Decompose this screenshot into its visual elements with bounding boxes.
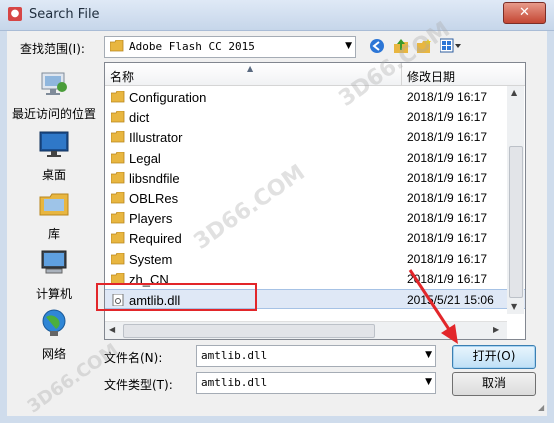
folder-row[interactable]: Illustrator 2018/1/9 16:17 <box>105 127 525 147</box>
file-name: OBLRes <box>129 191 179 206</box>
place-recent[interactable]: 最近访问的位置 <box>10 67 98 122</box>
window-title: Search File <box>29 7 100 22</box>
file-date: 2018/1/9 16:17 <box>407 251 488 266</box>
file-date: 2018/1/9 16:17 <box>407 170 488 185</box>
scroll-thumb[interactable] <box>509 146 523 298</box>
folder-row[interactable]: OBLRes 2018/1/9 16:17 <box>105 188 525 208</box>
look-in-dropdown[interactable]: Adobe Flash CC 2015 ▼ <box>104 36 356 58</box>
place-label: 库 <box>47 227 60 241</box>
red-highlight-box <box>96 283 257 311</box>
place-label: 桌面 <box>41 168 66 182</box>
file-date: 2018/1/9 16:17 <box>407 150 488 165</box>
scroll-left-icon[interactable]: ◀ <box>109 325 115 334</box>
scroll-up-icon[interactable]: ▲ <box>511 88 517 97</box>
title-bar[interactable]: ● Search File ✕ <box>0 0 554 31</box>
places-bar: 最近访问的位置 桌面 库 计算机 网络 <box>10 61 98 371</box>
chevron-down-icon[interactable]: ▼ <box>425 350 432 360</box>
file-date: 2018/1/9 16:17 <box>407 130 488 145</box>
recent-places-icon <box>41 72 67 95</box>
chevron-down-icon[interactable]: ▼ <box>425 377 432 387</box>
sort-ascending-icon: ▲ <box>247 64 254 73</box>
folder-row[interactable]: Legal 2018/1/9 16:17 <box>105 148 525 168</box>
folder-row[interactable]: Players 2018/1/9 16:17 <box>105 208 525 228</box>
place-desktop[interactable]: 桌面 <box>10 128 98 183</box>
folder-icon <box>111 232 125 244</box>
column-header-date[interactable]: 修改日期 <box>407 68 455 85</box>
folder-icon <box>111 252 125 264</box>
file-name: dict <box>129 110 150 126</box>
file-name: libsndfile <box>129 170 180 186</box>
column-header-name[interactable]: 名称 <box>110 68 134 85</box>
scroll-right-icon[interactable]: ▶ <box>493 325 499 334</box>
file-type-label: 文件类型(T): <box>104 378 173 392</box>
file-date: 2018/1/9 16:17 <box>407 90 488 104</box>
file-type-value: amtlib.dll <box>201 376 268 389</box>
folder-icon <box>111 192 125 204</box>
list-header: 名称 ▲ 修改日期 <box>105 63 525 86</box>
vertical-scrollbar[interactable]: ▲ ▼ <box>507 86 524 314</box>
folder-row[interactable]: Required 2018/1/9 16:17 <box>105 228 525 248</box>
place-libraries[interactable]: 库 <box>10 187 98 242</box>
file-date: 2018/1/9 16:17 <box>407 231 488 246</box>
folder-icon <box>111 212 125 224</box>
place-label: 最近访问的位置 <box>11 107 96 121</box>
folder-row[interactable]: libsndfile 2018/1/9 16:17 <box>105 168 525 188</box>
file-name-value: amtlib.dll <box>201 349 268 362</box>
file-name-input[interactable]: amtlib.dll ▼ <box>196 345 436 367</box>
app-icon: ● <box>8 7 22 21</box>
network-icon <box>42 309 66 336</box>
folder-row[interactable]: System 2018/1/9 16:17 <box>105 249 525 269</box>
folder-icon <box>111 131 125 143</box>
look-in-label: 查找范围(I): <box>20 42 85 56</box>
open-button[interactable]: 打开(O) <box>452 345 536 369</box>
file-date: 2015/5/21 15:06 <box>407 293 494 307</box>
file-date: 2018/1/9 16:17 <box>407 211 488 226</box>
folder-icon <box>111 91 125 103</box>
folder-row[interactable]: Configuration 2018/1/9 16:17 <box>105 87 525 107</box>
scroll-thumb[interactable] <box>123 324 375 338</box>
libraries-icon <box>39 193 69 216</box>
desktop-icon <box>39 131 69 157</box>
search-file-dialog: ● Search File ✕ 查找范围(I): Adobe Flash CC … <box>0 0 554 423</box>
resize-grip-icon[interactable]: ◢ <box>538 403 544 412</box>
file-date: 2018/1/9 16:17 <box>407 191 488 205</box>
look-in-value: Adobe Flash CC 2015 <box>129 40 255 53</box>
horizontal-scrollbar[interactable]: ◀ ▶ <box>105 321 507 339</box>
back-arrow-icon[interactable] <box>369 38 385 54</box>
file-name: Players <box>129 211 173 227</box>
computer-icon <box>41 250 67 274</box>
folder-icon <box>111 151 125 163</box>
folder-icon <box>111 171 125 184</box>
cancel-button[interactable]: 取消 <box>452 372 536 396</box>
file-date: 2018/1/9 16:17 <box>407 271 488 286</box>
file-name: System <box>129 251 173 267</box>
folder-row[interactable]: dict 2018/1/9 16:17 <box>105 107 525 127</box>
place-network[interactable]: 网络 <box>10 307 98 362</box>
file-name: Required <box>129 231 182 247</box>
folder-icon <box>111 111 125 123</box>
place-label: 计算机 <box>35 287 72 301</box>
file-name: Configuration <box>129 90 207 105</box>
chevron-down-icon: ▼ <box>345 41 352 51</box>
folder-icon <box>110 40 124 52</box>
file-date: 2018/1/9 16:17 <box>407 110 488 125</box>
file-type-dropdown[interactable]: amtlib.dll ▼ <box>196 372 436 394</box>
file-name: Illustrator <box>129 130 183 146</box>
close-button[interactable]: ✕ <box>503 2 546 24</box>
scroll-down-icon[interactable]: ▼ <box>511 302 517 311</box>
file-name: Legal <box>129 150 161 166</box>
place-computer[interactable]: 计算机 <box>10 247 98 302</box>
